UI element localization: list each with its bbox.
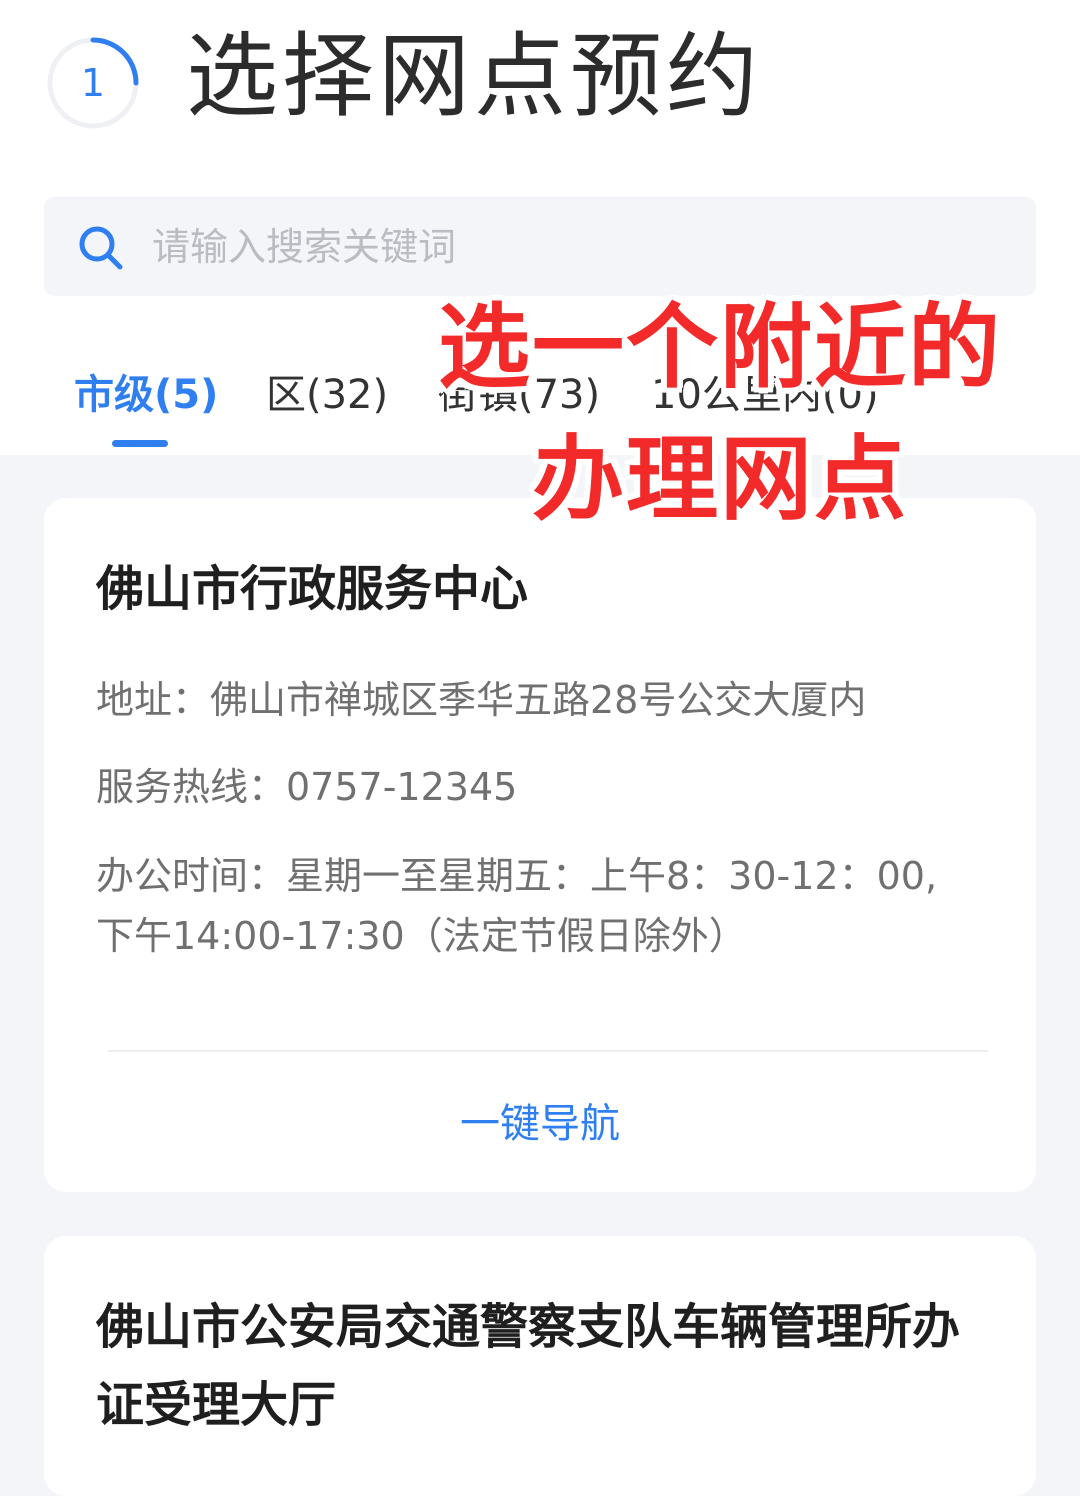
search-icon [79, 226, 123, 270]
search-input[interactable] [152, 197, 1012, 296]
search-box[interactable] [44, 197, 1036, 296]
tab-street-town[interactable]: 街镇(73) [438, 366, 600, 424]
service-point-card[interactable]: 佛山市公安局交通警察支队车辆管理所办证受理大厅 [44, 1236, 1036, 1496]
navigate-button[interactable]: 一键导航 [44, 1094, 1036, 1154]
card-divider [108, 1050, 988, 1052]
service-point-address: 地址：佛山市禅城区季华五路28号公交大厦内 [96, 678, 867, 722]
tab-district[interactable]: 区(32) [266, 366, 388, 424]
service-point-hotline: 服务热线：0757-12345 [96, 765, 518, 809]
step-number: 1 [80, 61, 106, 105]
active-tab-indicator [112, 440, 168, 447]
service-point-name: 佛山市行政服务中心 [96, 561, 529, 617]
service-point-hours: 办公时间：星期一至星期五：上午8：30-12：00,下午14:00-17:30（… [96, 854, 938, 958]
step-indicator: 1 [46, 36, 140, 130]
service-point-card[interactable]: 佛山市行政服务中心 地址：佛山市禅城区季华五路28号公交大厦内 服务热线：075… [44, 498, 1036, 1192]
page-title: 选择网点预约 [186, 23, 763, 130]
service-point-name: 佛山市公安局交通警察支队车辆管理所办证受理大厅 [96, 1299, 961, 1433]
tab-city-level[interactable]: 市级(5) [74, 366, 218, 424]
tab-within-10km[interactable]: 10公里内(0) [651, 366, 879, 424]
top-area: 1 选择网点预约 市级(5) 区(32) 街镇(73) 10公里内(0) [0, 0, 1080, 455]
